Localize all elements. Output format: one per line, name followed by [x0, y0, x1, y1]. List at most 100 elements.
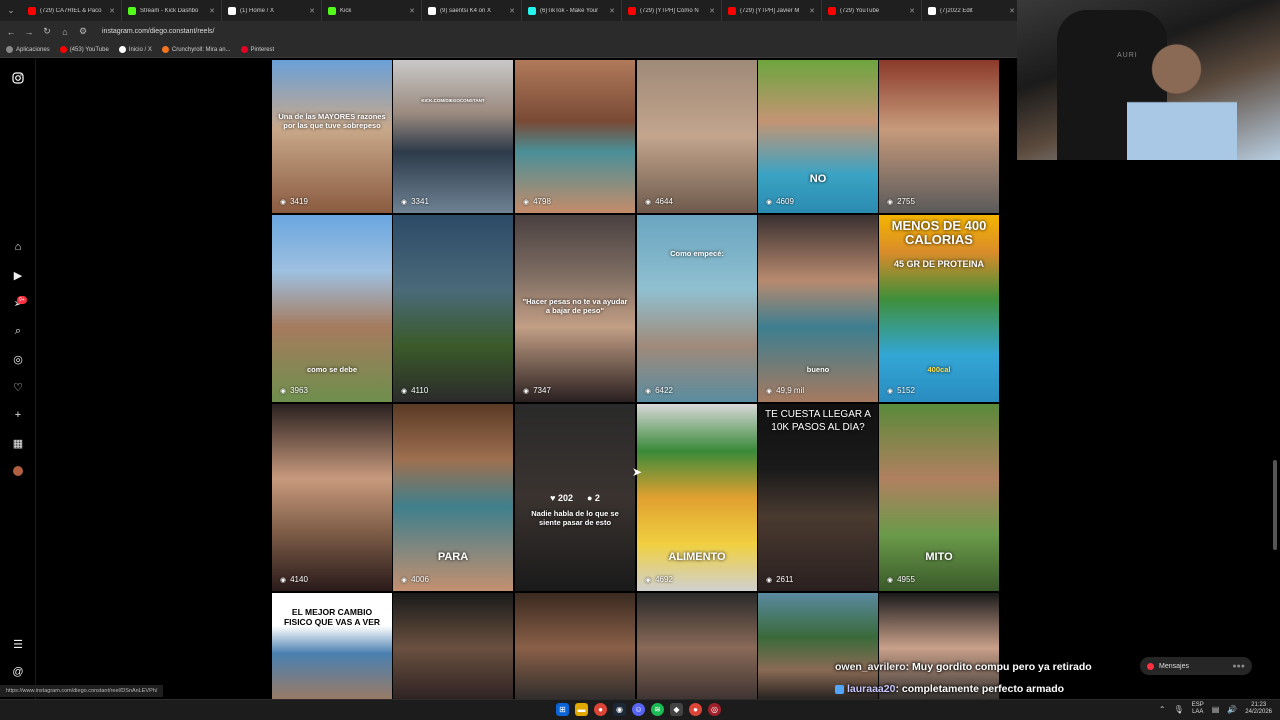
- threads-icon[interactable]: @: [11, 665, 25, 679]
- reel-thumbnail[interactable]: PARA ◉ 4006: [393, 404, 513, 591]
- tab-label: (6)TikTok - Make Your: [540, 7, 599, 14]
- instagram-logo-icon[interactable]: [11, 71, 25, 85]
- reel-thumbnail[interactable]: TE CUESTA LLEGAR A 10K PASOS AL DIA? ◉ 261…: [758, 404, 878, 591]
- browser-tab[interactable]: (6)TikTok - Make Your ✕: [522, 0, 622, 21]
- close-icon[interactable]: ✕: [909, 7, 915, 15]
- browser-tab[interactable]: (9) saentsi K4 on X ✕: [422, 0, 522, 21]
- reel-thumbnail[interactable]: EL MEJOR CAMBIO FISICO QUE VAS A VER: [272, 593, 392, 700]
- close-icon[interactable]: ✕: [609, 7, 615, 15]
- url-field[interactable]: instagram.com/diego.constant/reels/: [102, 28, 214, 35]
- clock[interactable]: 21:23 24/2/2026: [1245, 702, 1272, 716]
- tab-label: Stream - Kick Dashbo: [140, 7, 199, 14]
- app-icon[interactable]: ◆: [670, 703, 683, 716]
- eye-icon: ◉: [401, 576, 408, 584]
- tab-label: (729) CA7RIEL & Paco: [40, 7, 102, 14]
- volume-icon[interactable]: 🔊: [1227, 705, 1237, 714]
- browser-tab[interactable]: Kick ✕: [322, 0, 422, 21]
- reel-thumbnail[interactable]: NO ◉ 4609: [758, 60, 878, 213]
- back-icon[interactable]: ←: [6, 27, 16, 37]
- bookmark-item[interactable]: Inicio / X: [118, 46, 152, 53]
- chrome-active-icon[interactable]: ●: [689, 703, 702, 716]
- reel-thumbnail[interactable]: "Hacer pesas no te va ayudar a bajar de …: [515, 215, 635, 402]
- reels-icon[interactable]: ▶: [11, 268, 25, 282]
- close-icon[interactable]: ✕: [509, 7, 515, 15]
- site-info-icon[interactable]: ⚙: [78, 26, 88, 37]
- view-count: ◉ 3963: [280, 386, 308, 395]
- reel-thumbnail[interactable]: ◉ 2755: [879, 60, 999, 213]
- page-scrollbar[interactable]: [1273, 460, 1277, 550]
- explore-icon[interactable]: ◎: [11, 352, 25, 366]
- reel-thumbnail[interactable]: MITO ◉ 4955: [879, 404, 999, 591]
- reel-thumbnail[interactable]: ◉ 4798: [515, 60, 635, 213]
- home-icon[interactable]: ⌂: [60, 27, 70, 37]
- reel-thumbnail[interactable]: [393, 593, 513, 700]
- close-icon[interactable]: ✕: [309, 7, 315, 15]
- network-icon[interactable]: ▤: [1212, 705, 1220, 714]
- view-count: ◉ 4955: [887, 575, 915, 584]
- chrome-icon[interactable]: ●: [594, 703, 607, 716]
- chat-username[interactable]: lauraaa20: [847, 683, 895, 695]
- chevron-up-icon[interactable]: ⌃: [1159, 705, 1166, 714]
- reel-thumbnail[interactable]: KICK.COM/DIEGOCONSTANT ◉ 3341: [393, 60, 513, 213]
- windows-start-icon[interactable]: ⊞: [556, 703, 569, 716]
- messages-icon: [1147, 662, 1154, 670]
- reel-thumbnail[interactable]: Una de las MAYORES razones por las que t…: [272, 60, 392, 213]
- tab-search-icon[interactable]: ⌄: [4, 5, 18, 16]
- chat-username[interactable]: owen_avrilero: [835, 661, 906, 673]
- search-icon[interactable]: ⌕: [11, 324, 25, 338]
- tab-favicon-icon: [128, 6, 136, 15]
- browser-tab[interactable]: Stream - Kick Dashbo ✕: [122, 0, 222, 21]
- view-count: ◉ 7347: [523, 386, 551, 395]
- bookmark-item[interactable]: Pinterest: [240, 46, 274, 53]
- tab-favicon-icon: [728, 6, 736, 15]
- reel-thumbnail[interactable]: ◉ 4644: [637, 60, 757, 213]
- obs-icon[interactable]: ◎: [708, 703, 721, 716]
- reel-thumbnail[interactable]: ◉ 4110: [393, 215, 513, 402]
- bookmark-item[interactable]: Crunchyroll: Mira an...: [161, 46, 231, 53]
- browser-tab[interactable]: (729) [YTPH] Cómo N ✕: [622, 0, 722, 21]
- chat-message: lauraaa20: completamente perfecto armado: [835, 678, 1135, 700]
- reel-thumbnail[interactable]: ◉ 4140: [272, 404, 392, 591]
- bookmark-favicon-icon: [59, 46, 67, 53]
- tab-label: (729) [YTPH] Cómo N: [640, 7, 699, 14]
- menu-icon[interactable]: ☰: [11, 637, 25, 651]
- reel-thumbnail[interactable]: como se debe ◉ 3963: [272, 215, 392, 402]
- subscriber-badge-icon: [835, 684, 844, 694]
- home-icon[interactable]: ⌂: [11, 240, 25, 254]
- browser-tab[interactable]: (729) [YTPH] Javier M ✕: [722, 0, 822, 21]
- language-indicator[interactable]: ESP LAA: [1192, 702, 1204, 716]
- reel-thumbnail[interactable]: Como empecé: ◉ 6422: [637, 215, 757, 402]
- dashboard-icon[interactable]: ▦: [11, 436, 25, 450]
- close-icon[interactable]: ✕: [409, 7, 415, 15]
- reel-thumbnail[interactable]: [637, 593, 757, 700]
- browser-tab[interactable]: (1) Home / X ✕: [222, 0, 322, 21]
- reel-thumbnail[interactable]: 400cal MENOS DE 400 CALORIAS 45 GR DE PROT…: [879, 215, 999, 402]
- forward-icon[interactable]: →: [24, 27, 34, 37]
- create-plus-icon[interactable]: +: [11, 408, 25, 422]
- messages-button[interactable]: Mensajes ●●●: [1140, 657, 1252, 675]
- close-icon[interactable]: ✕: [709, 7, 715, 15]
- view-count: ◉ 4609: [766, 197, 794, 206]
- heart-icon[interactable]: ♡: [11, 380, 25, 394]
- reel-thumbnail[interactable]: ALIMENTO ◉ 4692: [637, 404, 757, 591]
- bookmark-item[interactable]: (453) YouTube: [59, 46, 109, 53]
- bookmark-item[interactable]: Aplicaciones: [6, 46, 50, 53]
- profile-avatar-icon[interactable]: [11, 464, 25, 478]
- browser-tab[interactable]: (729) CA7RIEL & Paco ✕: [22, 0, 122, 21]
- close-icon[interactable]: ✕: [809, 7, 815, 15]
- steam-icon[interactable]: ◉: [613, 703, 626, 716]
- close-icon[interactable]: ✕: [1009, 7, 1015, 15]
- link-status-bar: https://www.instagram.com/diego.constant…: [0, 685, 164, 697]
- close-icon[interactable]: ✕: [109, 7, 115, 15]
- microphone-icon[interactable]: 🎙: [1174, 705, 1184, 714]
- reel-thumbnail[interactable]: [515, 593, 635, 700]
- reload-icon[interactable]: ↻: [42, 26, 52, 37]
- browser-tab[interactable]: (7)2022 Edit ✕: [922, 0, 1022, 21]
- reel-thumbnail[interactable]: bueno ◉ 49,9 mil: [758, 215, 878, 402]
- spotify-icon[interactable]: ≋: [651, 703, 664, 716]
- file-explorer-icon[interactable]: ▬: [575, 703, 588, 716]
- discord-icon[interactable]: ☺: [632, 703, 645, 716]
- browser-tab[interactable]: (729) YouTube ✕: [822, 0, 922, 21]
- close-icon[interactable]: ✕: [209, 7, 215, 15]
- eye-icon: ◉: [887, 198, 894, 206]
